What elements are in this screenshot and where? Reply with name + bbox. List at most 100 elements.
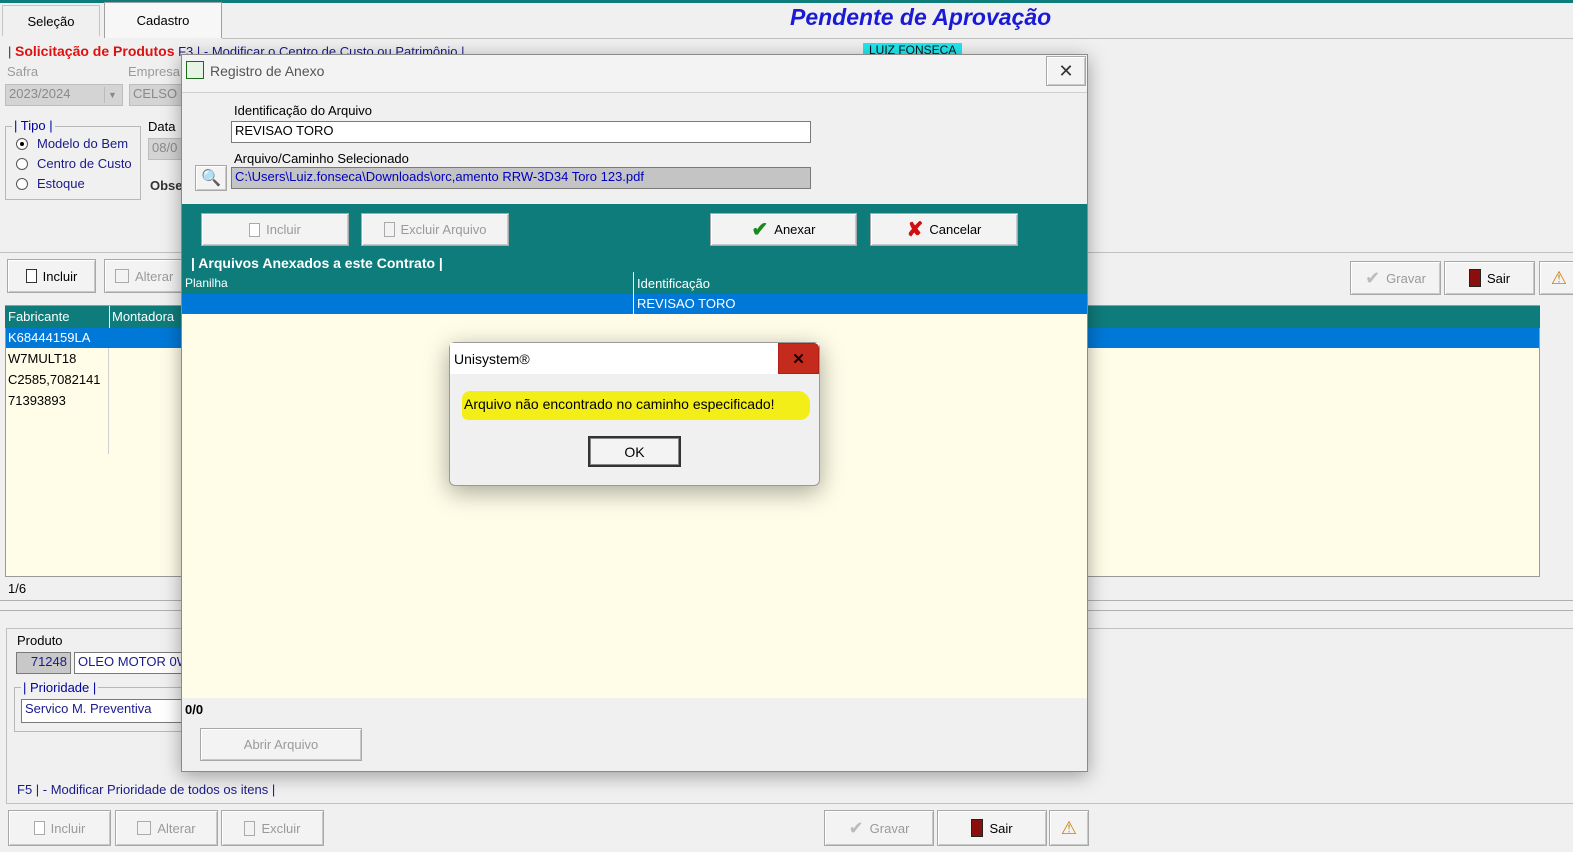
tipo-title: | Tipo | xyxy=(12,118,55,133)
radio-label: Modelo do Bem xyxy=(37,136,129,151)
exit-door-icon xyxy=(971,819,984,837)
edit-document-icon xyxy=(137,821,152,835)
incluir-label: Incluir xyxy=(50,820,86,836)
message-text: Arquivo não encontrado no caminho especi… xyxy=(464,396,775,412)
check-icon: ✔ xyxy=(848,817,864,838)
table-row[interactable]: REVISAO TORO xyxy=(637,296,736,311)
tab-divider xyxy=(222,38,1573,39)
radio-label: Centro de Custo xyxy=(37,156,132,171)
column-separator xyxy=(633,272,634,294)
f5-hint: F5 | - Modificar Prioridade de todos os … xyxy=(17,782,276,797)
prioridade-select[interactable]: Servico M. Preventiva xyxy=(21,699,184,723)
abrir-arquivo-button[interactable]: Abrir Arquivo xyxy=(200,728,362,761)
anexar-button[interactable]: ✔ Anexar xyxy=(710,213,857,246)
browse-button[interactable]: 🔍 xyxy=(195,165,227,191)
new-document-icon xyxy=(25,269,37,283)
ok-button[interactable]: OK xyxy=(588,436,681,467)
anexo-incluir-button[interactable]: Incluir xyxy=(201,213,349,246)
alterar-label: Alterar xyxy=(135,268,174,284)
gravar-button[interactable]: ✔ Gravar xyxy=(1350,261,1441,295)
column-separator xyxy=(109,306,110,328)
produto-code-field[interactable]: 71248 xyxy=(16,652,71,674)
help-person-icon: ⚠ xyxy=(1550,267,1568,288)
help-bottom-button[interactable]: ⚠ xyxy=(1049,810,1089,846)
cancelar-label: Cancelar xyxy=(929,222,982,237)
abrir-label: Abrir Arquivo xyxy=(243,737,319,752)
obs-label: Obse xyxy=(150,178,183,193)
cancelar-button[interactable]: ✘ Cancelar xyxy=(870,213,1018,246)
anexos-grid-title: | Arquivos Anexados a este Contrato | xyxy=(191,255,443,271)
gravar-label: Gravar xyxy=(1386,270,1426,286)
column-header-identificacao: Identificação xyxy=(637,276,710,291)
check-icon: ✔ xyxy=(1365,267,1381,288)
data-field[interactable]: 08/0 xyxy=(148,138,182,160)
x-cancel-icon: ✘ xyxy=(906,219,924,241)
empresa-label: Empresa xyxy=(128,64,181,79)
data-label: Data xyxy=(148,119,176,134)
excluir-label: Excluir Arquivo xyxy=(400,222,487,237)
chevron-down-icon: ▼ xyxy=(104,87,120,103)
anexos-grid-header: Planilha Identificação xyxy=(182,272,1087,294)
column-header-fabricante: Fabricante xyxy=(8,309,70,324)
trash-icon xyxy=(383,222,395,237)
produto-label: Produto xyxy=(17,633,63,648)
section-title: Solicitação de Produtos xyxy=(15,43,175,59)
table-row[interactable]: W7MULT18 xyxy=(8,351,76,366)
anexo-titlebar: Registro de Anexo xyxy=(182,55,1087,93)
sair-label: Sair xyxy=(1486,270,1511,286)
anexar-label: Anexar xyxy=(774,222,816,237)
ok-label: OK xyxy=(624,443,645,460)
empresa-field[interactable]: CELSO xyxy=(129,84,184,106)
alterar-bottom-button[interactable]: Alterar xyxy=(115,810,218,846)
incluir-label: Incluir xyxy=(42,268,78,284)
edit-document-icon xyxy=(115,269,129,283)
grid-counter: 1/6 xyxy=(8,581,27,596)
sair-bottom-button[interactable]: Sair xyxy=(937,810,1047,846)
prioridade-title: | Prioridade | xyxy=(21,680,99,695)
column-separator xyxy=(633,294,634,314)
anexos-counter: 0/0 xyxy=(185,702,204,717)
close-icon: ✕ xyxy=(1058,60,1074,81)
safra-select[interactable]: 2023/2024 ▼ xyxy=(5,84,123,106)
anexo-excluir-button[interactable]: Excluir Arquivo xyxy=(361,213,509,246)
radio-modelo-do-bem[interactable] xyxy=(16,138,28,150)
close-icon: ✕ xyxy=(792,350,805,368)
sair-button[interactable]: Sair xyxy=(1444,261,1535,295)
table-row[interactable]: C2585,7082141 xyxy=(8,372,101,387)
top-accent-line xyxy=(0,0,1573,3)
excluir-bottom-button[interactable]: Excluir xyxy=(221,810,324,846)
alterar-label: Alterar xyxy=(157,820,196,836)
excluir-label: Excluir xyxy=(261,820,301,836)
new-document-icon xyxy=(33,821,45,835)
incluir-label: Incluir xyxy=(266,222,301,237)
message-box-titlebar: Unisystem® xyxy=(450,343,819,374)
close-button[interactable]: ✕ xyxy=(1046,56,1086,86)
produto-name-field[interactable]: OLEO MOTOR 0W xyxy=(74,652,184,674)
table-row[interactable]: 71393893 xyxy=(8,393,66,408)
tab-selecao[interactable]: Seleção xyxy=(2,5,100,36)
alterar-button[interactable]: Alterar xyxy=(104,259,184,293)
gravar-bottom-button[interactable]: ✔ Gravar xyxy=(824,810,934,846)
incluir-bottom-button[interactable]: Incluir xyxy=(8,810,111,846)
table-row[interactable]: K68444159LA xyxy=(8,330,90,345)
tab-cadastro[interactable]: Cadastro xyxy=(104,2,222,38)
exit-door-icon xyxy=(1468,269,1481,287)
magnifier-icon: 🔍 xyxy=(201,170,221,187)
incluir-button[interactable]: Incluir xyxy=(7,259,96,293)
radio-centro-de-custo[interactable] xyxy=(16,158,28,170)
check-icon: ✔ xyxy=(751,219,769,241)
help-button[interactable]: ⚠ xyxy=(1539,261,1573,295)
column-separator xyxy=(108,348,109,454)
safra-label: Safra xyxy=(7,64,39,79)
new-document-icon xyxy=(249,222,261,237)
ident-label: Identificação do Arquivo xyxy=(234,103,373,118)
sair-label: Sair xyxy=(989,820,1013,836)
ident-input[interactable]: REVISAO TORO xyxy=(231,121,811,143)
column-header-planilha: Planilha xyxy=(185,276,228,290)
message-box-title: Unisystem® xyxy=(454,351,530,367)
radio-estoque[interactable] xyxy=(16,178,28,190)
message-close-button[interactable]: ✕ xyxy=(778,343,819,374)
selected-row-highlight xyxy=(182,294,1087,314)
path-label: Arquivo/Caminho Selecionado xyxy=(234,151,409,166)
app-icon xyxy=(186,61,204,79)
